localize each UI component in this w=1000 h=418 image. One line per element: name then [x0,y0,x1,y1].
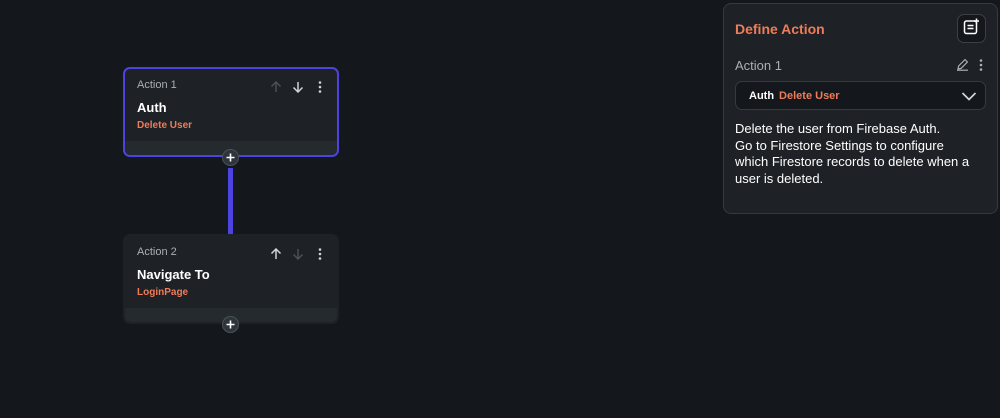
description-line: Delete the user from Firebase Auth. [735,121,941,136]
more-vert-icon[interactable] [313,247,327,261]
description-line: which Firestore records to delete when a [735,154,970,169]
edit-icon[interactable] [956,58,969,76]
arrow-down-icon[interactable] [291,80,305,94]
add-action-button[interactable] [222,149,239,166]
plus-icon [226,316,235,334]
note-add-icon [963,18,980,40]
plus-icon [226,149,235,167]
action-description: Delete the user from Firebase Auth. Go t… [735,121,990,187]
action-subtitle: Delete User [137,120,193,131]
dropdown-type: Auth [749,89,775,102]
description-line: user is deleted. [735,170,824,186]
more-vert-icon[interactable] [313,80,327,94]
flow-connector [228,168,233,234]
action-title: Navigate To [137,267,210,282]
arrow-up-icon[interactable] [269,80,283,94]
action-subtitle: LoginPage [137,287,189,298]
action-card-2[interactable]: Action 2 Navigate To LoginPage [123,234,339,324]
chevron-down-icon [961,89,977,107]
description-line: Go to Firestore Settings to configure [735,137,944,153]
arrow-up-icon[interactable] [269,247,283,261]
action-title: Auth [137,100,167,115]
panel-title: Define Action [735,21,825,37]
action-card-1[interactable]: Action 1 Auth Delete User [123,67,339,157]
panel-action-label: Action 1 [735,58,782,73]
add-note-button[interactable] [957,14,986,43]
dropdown-action: Delete User [779,89,840,102]
arrow-down-icon[interactable] [291,247,305,261]
define-action-panel: Define Action Action 1 Auth Delete User [723,3,998,214]
more-vert-icon[interactable] [979,58,983,76]
action-type-dropdown[interactable]: Auth Delete User [735,81,986,110]
add-action-button[interactable] [222,316,239,333]
